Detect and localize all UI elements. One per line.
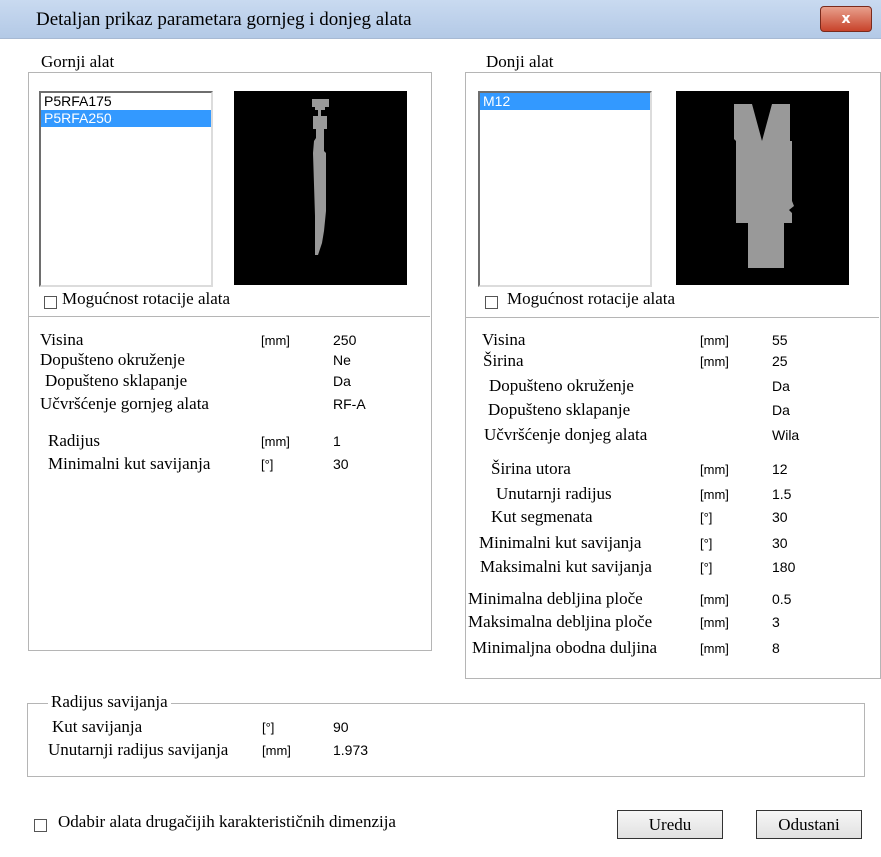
upper-tool-item[interactable]: P5RFA175 <box>41 93 211 110</box>
param-value: 1.973 <box>333 742 369 758</box>
param-value: 250 <box>333 332 357 348</box>
cancel-button-label: Odustani <box>778 815 840 834</box>
lower-tool-list[interactable]: M12 <box>478 91 652 287</box>
bend-radius-title: Radijus savijanja <box>48 692 171 712</box>
upper-divider <box>29 316 430 317</box>
param-label: Minimalna debljina ploče <box>468 589 643 608</box>
param-unit: [mm] <box>700 641 729 656</box>
param-unit: [mm] <box>700 333 729 348</box>
close-button[interactable]: x <box>820 6 872 32</box>
upper-tool-drawing <box>312 99 329 255</box>
param-unit: [mm] <box>262 743 291 758</box>
param-value: Wila <box>772 427 800 443</box>
param-unit: [°] <box>262 720 275 735</box>
param-value: 1.5 <box>772 486 792 502</box>
upper-tool-item-selected[interactable]: P5RFA250 <box>41 110 211 127</box>
param-label: Visina <box>482 330 526 349</box>
param-unit: [mm] <box>700 615 729 630</box>
param-unit: [°] <box>700 560 713 575</box>
param-label: Kut savijanja <box>52 717 143 736</box>
title-bar: Detaljan prikaz parametara gornjeg i don… <box>0 0 881 39</box>
param-value: 3 <box>772 614 780 630</box>
param-value: 180 <box>772 559 796 575</box>
param-unit: [°] <box>261 457 274 472</box>
param-label: Dopušteno okruženje <box>489 376 634 395</box>
param-unit: [mm] <box>700 487 729 502</box>
param-unit: [mm] <box>700 462 729 477</box>
param-label: Minimaljna obodna duljina <box>472 638 658 657</box>
param-label: Učvršćenje donjeg alata <box>484 425 648 444</box>
param-value: 8 <box>772 640 780 656</box>
lower-tool-preview <box>676 91 849 285</box>
param-value: 30 <box>772 535 788 551</box>
lower-tool-title: Donji alat <box>483 52 557 72</box>
param-unit: [mm] <box>700 354 729 369</box>
cancel-button[interactable]: Odustani <box>756 810 862 839</box>
param-value: 1 <box>333 433 341 449</box>
param-value: 55 <box>772 332 788 348</box>
close-icon: x <box>841 11 851 27</box>
param-value: Da <box>772 402 790 418</box>
param-label: Maksimalna debljina ploče <box>468 612 653 631</box>
ok-button-label: Uredu <box>648 815 692 834</box>
lower-tool-item-selected[interactable]: M12 <box>480 93 650 110</box>
param-unit: [°] <box>700 536 713 551</box>
param-label: Učvršćenje gornjeg alata <box>40 394 209 413</box>
lower-divider <box>466 317 879 318</box>
upper-tool-title: Gornji alat <box>38 52 118 72</box>
param-label: Unutarnji radijus savijanja <box>48 740 229 759</box>
param-label: Širina <box>483 351 524 370</box>
upper-tool-preview <box>234 91 407 285</box>
param-label: Kut segmenata <box>491 507 593 526</box>
param-value: 30 <box>333 456 349 472</box>
different-dimensions-checkbox[interactable] <box>34 819 47 832</box>
param-unit: [mm] <box>261 434 290 449</box>
param-label: Minimalni kut savijanja <box>479 533 642 552</box>
param-value: Ne <box>333 352 351 368</box>
param-label: Širina utora <box>491 459 571 478</box>
param-label: Dopušteno sklapanje <box>488 400 631 419</box>
param-label: Dopušteno sklapanje <box>45 371 188 390</box>
param-value: 25 <box>772 353 788 369</box>
param-label: Dopušteno okruženje <box>40 350 185 369</box>
ok-button[interactable]: Uredu <box>617 810 723 839</box>
param-label: Maksimalni kut savijanja <box>480 557 652 576</box>
param-value: 12 <box>772 461 788 477</box>
upper-tool-list[interactable]: P5RFA175 P5RFA250 <box>39 91 213 287</box>
param-label: Radijus <box>48 431 100 450</box>
upper-rotation-label: Mogućnost rotacije alata <box>62 289 231 308</box>
param-label: Visina <box>40 330 84 349</box>
lower-rotation-label: Mogućnost rotacije alata <box>507 289 676 308</box>
param-value: 30 <box>772 509 788 525</box>
param-label: Minimalni kut savijanja <box>48 454 211 473</box>
lower-rotation-checkbox[interactable] <box>485 296 498 309</box>
param-label: Unutarnji radijus <box>496 484 612 503</box>
upper-rotation-checkbox[interactable] <box>44 296 57 309</box>
param-value: Da <box>772 378 790 394</box>
param-unit: [mm] <box>261 333 290 348</box>
param-value: RF-A <box>333 396 366 412</box>
param-unit: [°] <box>700 510 713 525</box>
param-value: 90 <box>333 719 349 735</box>
param-unit: [mm] <box>700 592 729 607</box>
window-title: Detaljan prikaz parametara gornjeg i don… <box>36 9 412 30</box>
lower-tool-drawing <box>734 104 794 268</box>
param-value: Da <box>333 373 351 389</box>
param-value: 0.5 <box>772 591 792 607</box>
different-dimensions-label: Odabir alata drugačijih karakterističnih… <box>58 812 396 831</box>
